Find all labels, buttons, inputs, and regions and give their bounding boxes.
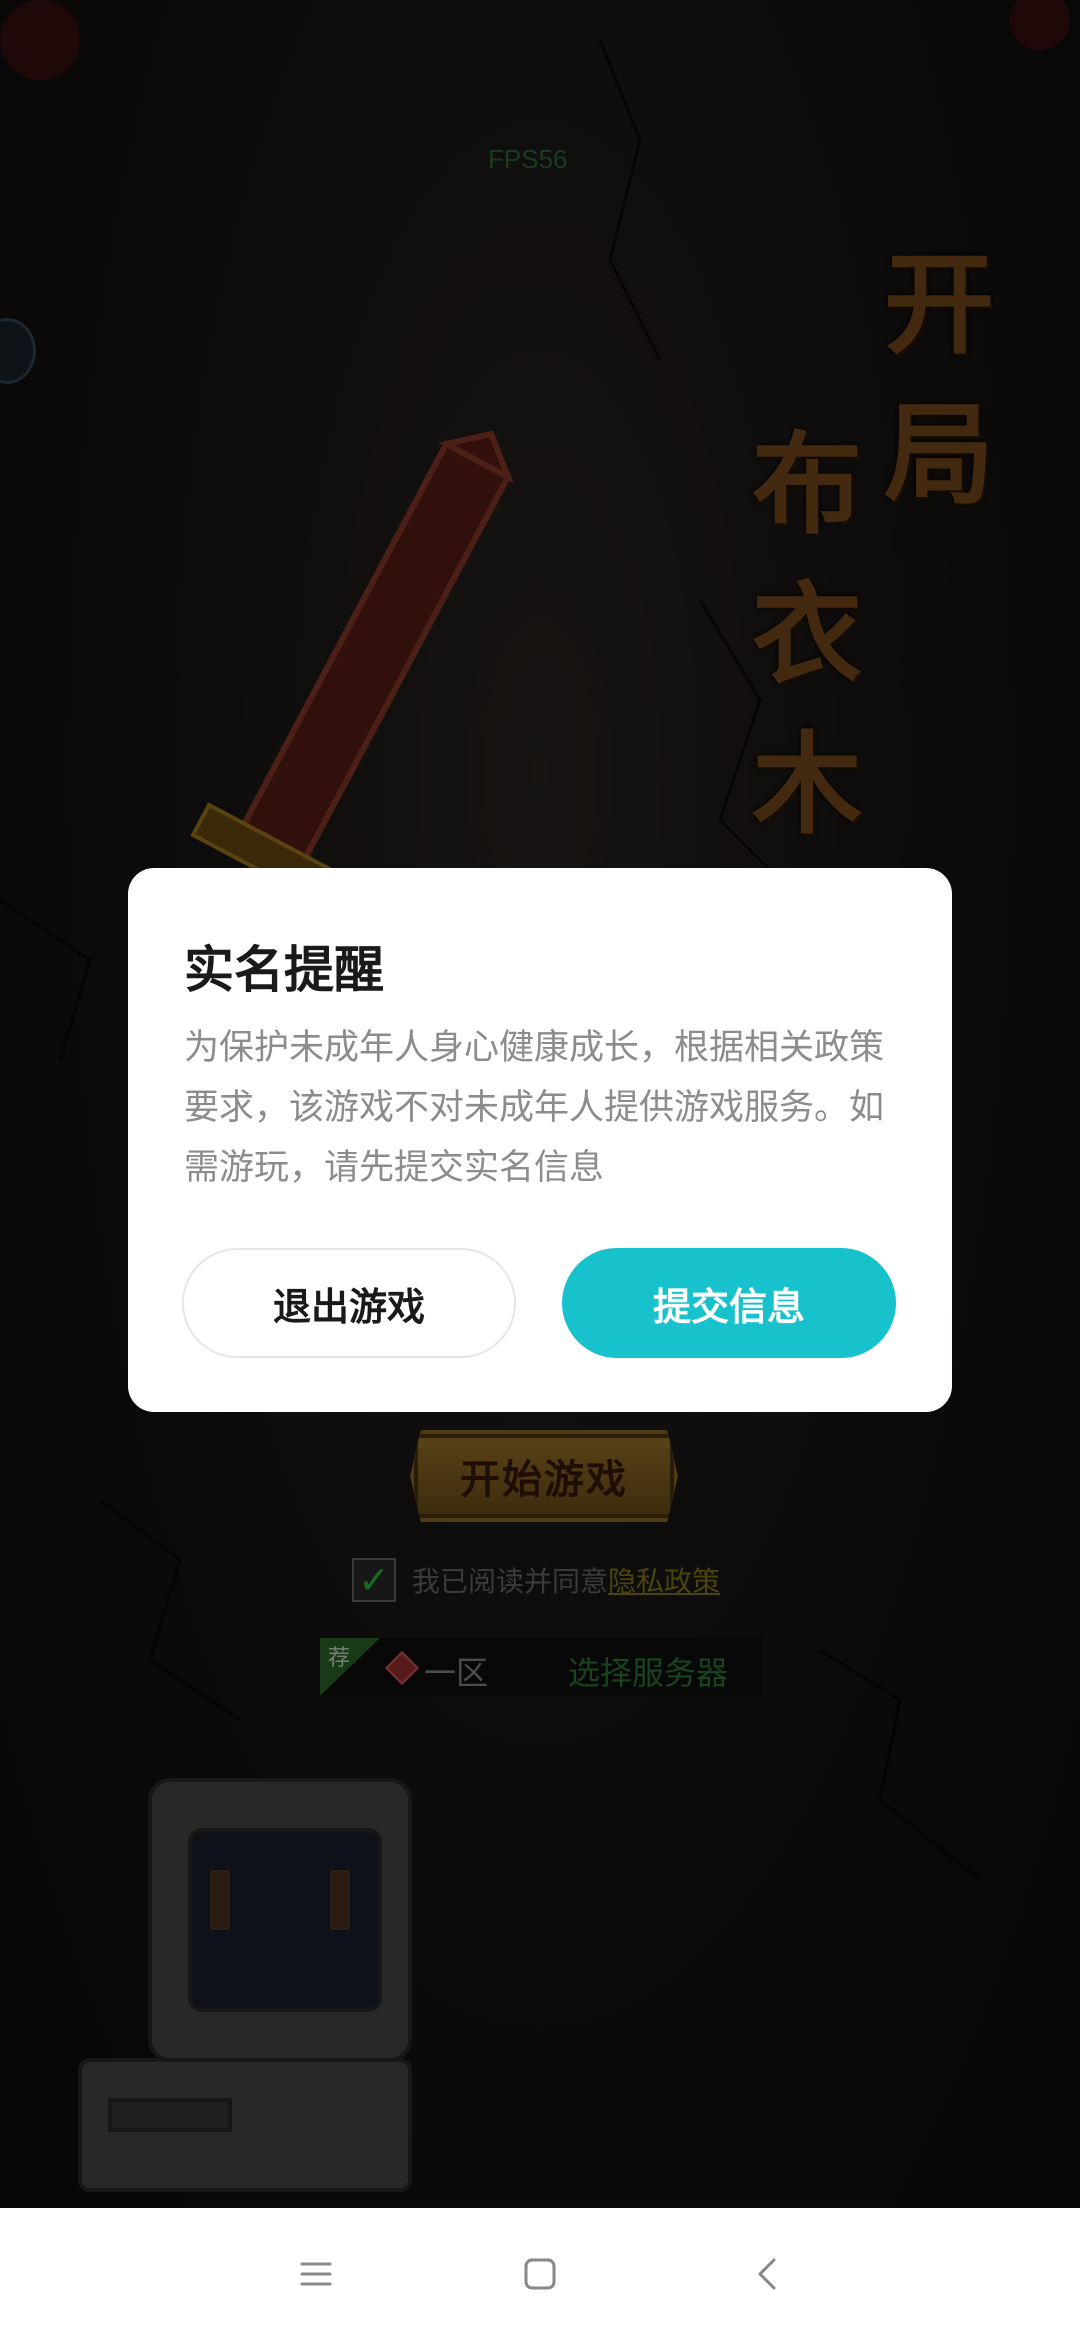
- exit-game-button[interactable]: 退出游戏: [182, 1248, 516, 1358]
- system-navigation-bar: [0, 2208, 1080, 2340]
- dialog-message: 为保护未成年人身心健康成长，根据相关政策要求，该游戏不对未成年人提供游戏服务。如…: [184, 1028, 885, 1188]
- submit-info-button[interactable]: 提交信息: [562, 1248, 896, 1358]
- real-name-dialog: 实名提醒 为保护未成年人身心健康成长，根据相关政策要求，该游戏不对未成年人提供游…: [128, 868, 952, 1412]
- home-icon[interactable]: [512, 2246, 568, 2302]
- menu-icon[interactable]: [288, 2246, 344, 2302]
- back-icon[interactable]: [740, 2246, 796, 2302]
- screen: FPS56 开局 布衣木剑 开始游戏 ✓ 我已阅读并同意 隐私政策 荐 一区: [0, 0, 1080, 2340]
- dialog-title: 实名提醒: [184, 941, 384, 999]
